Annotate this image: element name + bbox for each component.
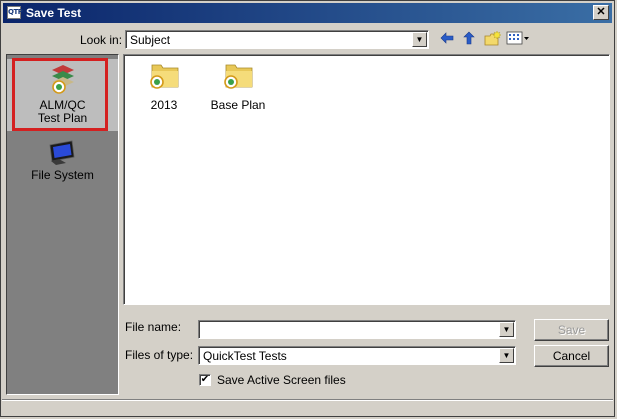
title-bar[interactable]: QTP Save Test ✕ (3, 3, 612, 23)
chevron-down-icon[interactable]: ▼ (499, 322, 514, 337)
chevron-down-icon[interactable]: ▼ (412, 32, 427, 47)
file-name-label: File name: (125, 320, 182, 334)
bottom-divider (2, 399, 613, 401)
look-in-label: Look in: (80, 33, 123, 47)
save-test-dialog: QTP Save Test ✕ Look in: Subject ▼ ALM/Q… (0, 0, 615, 417)
file-list-view[interactable]: 2013 Base Plan (123, 54, 610, 305)
place-file-system[interactable]: File System (7, 135, 118, 191)
test-folder-icon (150, 64, 179, 89)
qtp-app-icon: QTP (7, 6, 23, 19)
computer-icon (7, 135, 118, 169)
file-item[interactable]: Base Plan (198, 61, 278, 112)
test-folder-icon (224, 64, 253, 89)
close-button[interactable]: ✕ (593, 5, 609, 20)
chevron-down-icon[interactable]: ▼ (499, 348, 514, 363)
save-active-screen-label: Save Active Screen files (217, 373, 346, 387)
file-type-select[interactable]: QuickTest Tests ▼ (198, 346, 516, 365)
window-title: Save Test (26, 6, 82, 20)
look-in-combo[interactable]: Subject ▼ (125, 30, 429, 49)
cancel-button[interactable]: Cancel (534, 345, 609, 367)
new-folder-icon[interactable] (483, 30, 503, 49)
back-arrow-icon[interactable] (437, 31, 457, 49)
file-type-value: QuickTest Tests (203, 349, 287, 363)
file-name-input[interactable]: ▼ (198, 320, 516, 339)
save-button[interactable]: Save (534, 319, 609, 341)
up-folder-icon[interactable] (459, 31, 479, 49)
place-alm-qc-test-plan[interactable]: ALM/QC Test Plan (7, 59, 118, 131)
file-name-label: Base Plan (210, 98, 266, 112)
file-item[interactable]: 2013 (124, 61, 204, 112)
places-bar: ALM/QC Test Plan File System (6, 54, 119, 395)
view-menu-icon[interactable] (505, 31, 531, 49)
alm-test-plan-icon (7, 59, 118, 99)
file-type-label: Files of type: (125, 348, 194, 362)
look-in-value: Subject (130, 33, 171, 47)
save-active-screen-checkbox[interactable]: ✔ (199, 374, 211, 386)
file-name-label: 2013 (150, 98, 178, 112)
place-label: ALM/QC Test Plan (37, 98, 88, 125)
place-label: File System (31, 168, 94, 182)
